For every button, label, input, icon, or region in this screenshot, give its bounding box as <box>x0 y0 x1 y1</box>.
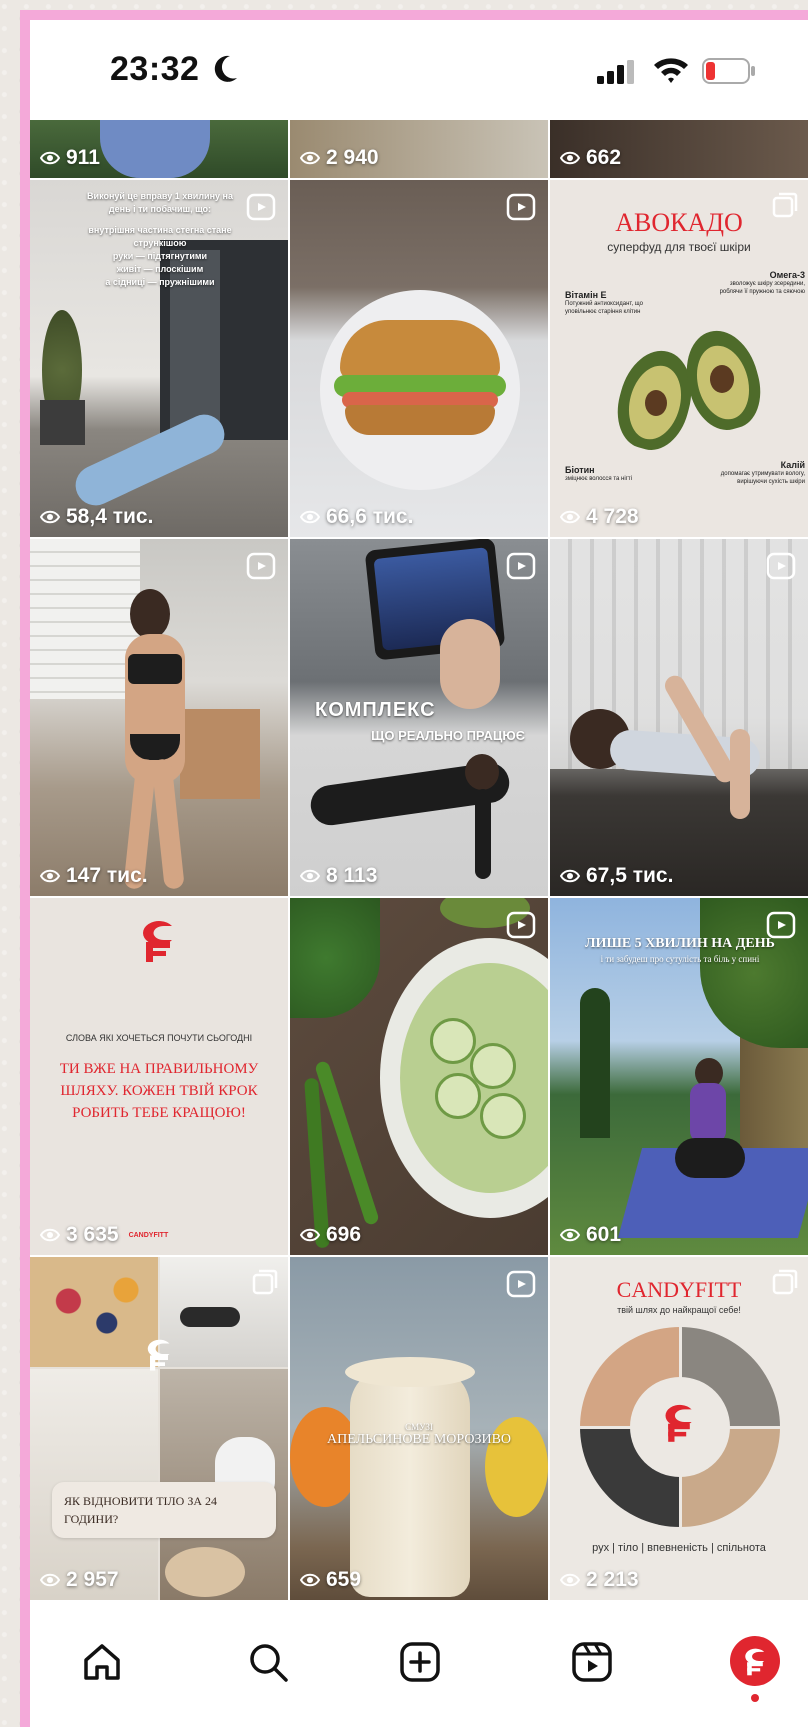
candyfitt-logo <box>745 1648 765 1676</box>
eye-icon <box>40 869 60 883</box>
search-icon[interactable] <box>246 1640 290 1684</box>
status-time: 23:32 <box>110 50 200 88</box>
eye-icon <box>560 869 580 883</box>
brand-title: CANDYFITT <box>616 1277 742 1302</box>
view-count: 2 957 <box>40 1568 119 1592</box>
post-tile-quote[interactable]: СЛОВА ЯКІ ХОЧЕТЬСЯ ПОЧУТИ СЬОГОДНІ ТИ ВЖ… <box>30 898 288 1255</box>
post-overlay-text: КОМПЛЕКС ЩО РЕАЛЬНО ПРАЦЮЄ <box>315 699 525 743</box>
eye-icon <box>560 151 580 165</box>
post-tile-candyfitt-brand[interactable]: CANDYFITT твій шлях до найкращої себе! р… <box>550 1257 808 1600</box>
post-tile-bridge-leg[interactable]: 67,5 тис. <box>550 539 808 896</box>
post-tile-sandwich[interactable]: 66,6 тис. <box>290 180 548 537</box>
cellular-signal-icon <box>597 60 634 84</box>
eye-icon <box>40 151 60 165</box>
reels-icon <box>766 911 796 939</box>
footer-brand: CANDYFITT <box>128 1231 169 1239</box>
view-count: 911 <box>40 146 100 170</box>
create-post-icon[interactable] <box>398 1640 442 1684</box>
avocado-title: АВОКАДО <box>615 208 743 237</box>
eye-icon <box>300 151 320 165</box>
eye-icon <box>300 510 320 524</box>
posts-grid: 911 2 940 662 Виконуй це вправу 1 хвилин… <box>30 120 808 1600</box>
battery-icon <box>702 58 755 84</box>
view-count: 659 <box>300 1568 361 1592</box>
eye-icon <box>560 1573 580 1587</box>
reels-icon <box>506 911 536 939</box>
reels-icon <box>506 1270 536 1298</box>
view-count: 58,4 тис. <box>40 505 153 529</box>
eye-icon <box>40 510 60 524</box>
reels-icon <box>506 552 536 580</box>
eye-icon <box>40 1573 60 1587</box>
view-count: 2 940 <box>300 146 379 170</box>
profile-active-dot <box>751 1694 759 1702</box>
view-count: 696 <box>300 1223 361 1247</box>
post-tile[interactable]: 2 940 <box>290 120 548 178</box>
status-bar: 23:32 <box>30 20 808 120</box>
eye-icon <box>300 869 320 883</box>
wifi-icon <box>654 58 688 83</box>
view-count: 66,6 тис. <box>300 505 413 529</box>
avocado-subtitle: суперфуд для твоєї шкіри <box>607 240 751 254</box>
post-tile[interactable]: 662 <box>550 120 808 178</box>
post-tile-cucumber-soup[interactable]: 696 <box>290 898 548 1255</box>
post-tile-yoga-outdoors[interactable]: ЛИШЕ 5 ХВИЛИН НА ДЕНЬ і ти забудеш про с… <box>550 898 808 1255</box>
bottom-tab-bar <box>30 1600 808 1727</box>
view-count: 2 213 <box>560 1568 639 1592</box>
post-tile-workout-complex[interactable]: КОМПЛЕКС ЩО РЕАЛЬНО ПРАЦЮЄ 8 113 <box>290 539 548 896</box>
reels-icon <box>766 552 796 580</box>
post-caption-box: ЯК ВІДНОВИТИ ТІЛО ЗА 24 ГОДИНИ? <box>52 1482 276 1538</box>
view-count: 601 <box>560 1223 621 1247</box>
home-icon[interactable] <box>80 1640 124 1684</box>
carousel-icon <box>252 1269 278 1295</box>
view-count: 3 635 CANDYFITT <box>40 1223 168 1247</box>
view-count: 67,5 тис. <box>560 864 673 888</box>
view-count: 8 113 <box>300 864 377 888</box>
post-tile-glute-bridge[interactable]: Виконуй це вправу 1 хвилину на день і ти… <box>30 180 288 537</box>
profile-avatar[interactable] <box>730 1636 780 1686</box>
post-tile-mirror-selfie[interactable]: 147 тис. <box>30 539 288 896</box>
carousel-icon <box>772 192 798 218</box>
candyfitt-logo <box>147 1339 170 1371</box>
candyfitt-logo <box>665 1404 692 1442</box>
candyfitt-logo <box>143 921 172 962</box>
eye-icon <box>300 1228 320 1242</box>
view-count: 4 728 <box>560 505 639 529</box>
brand-subtitle: твій шлях до найкращої себе! <box>617 1305 741 1315</box>
reels-icon <box>246 552 276 580</box>
post-overlay-text: Виконуй це вправу 1 хвилину на день і ти… <box>87 191 233 287</box>
view-count: 147 тис. <box>40 864 148 888</box>
quote-text: ТИ ВЖЕ НА ПРАВИЛЬНОМУ ШЛЯХУ. КОЖЕН ТВІЙ … <box>59 1061 259 1121</box>
eye-icon <box>560 510 580 524</box>
post-tile-avocado[interactable]: АВОКАДО суперфуд для твоєї шкіри Вітамін… <box>550 180 808 537</box>
view-count: 662 <box>560 146 621 170</box>
reels-icon[interactable] <box>570 1640 614 1684</box>
post-overlay-text: СМУЗІ АПЕЛЬСИНОВЕ МОРОЗИВО <box>326 1422 512 1447</box>
phone-screen: 23:32 911 2 940 662 Виконуй це вправу 1 … <box>30 20 808 1727</box>
moon-icon <box>214 55 237 82</box>
post-overlay-text: ЛИШЕ 5 ХВИЛИН НА ДЕНЬ і ти забудеш про с… <box>585 936 775 964</box>
quote-kicker: СЛОВА ЯКІ ХОЧЕТЬСЯ ПОЧУТИ СЬОГОДНІ <box>65 1033 253 1043</box>
carousel-icon <box>772 1269 798 1295</box>
eye-icon <box>560 1228 580 1242</box>
reels-icon <box>506 193 536 221</box>
post-tile-smoothie[interactable]: СМУЗІ АПЕЛЬСИНОВЕ МОРОЗИВО 659 <box>290 1257 548 1600</box>
post-tile[interactable]: 911 <box>30 120 288 178</box>
eye-icon <box>300 1573 320 1587</box>
eye-icon <box>40 1228 60 1242</box>
brand-footer: рух | тіло | впевненість | спільнота <box>592 1542 766 1554</box>
post-tile-recovery-collage[interactable]: ЯК ВІДНОВИТИ ТІЛО ЗА 24 ГОДИНИ? 2 957 <box>30 1257 288 1600</box>
reels-icon <box>246 193 276 221</box>
